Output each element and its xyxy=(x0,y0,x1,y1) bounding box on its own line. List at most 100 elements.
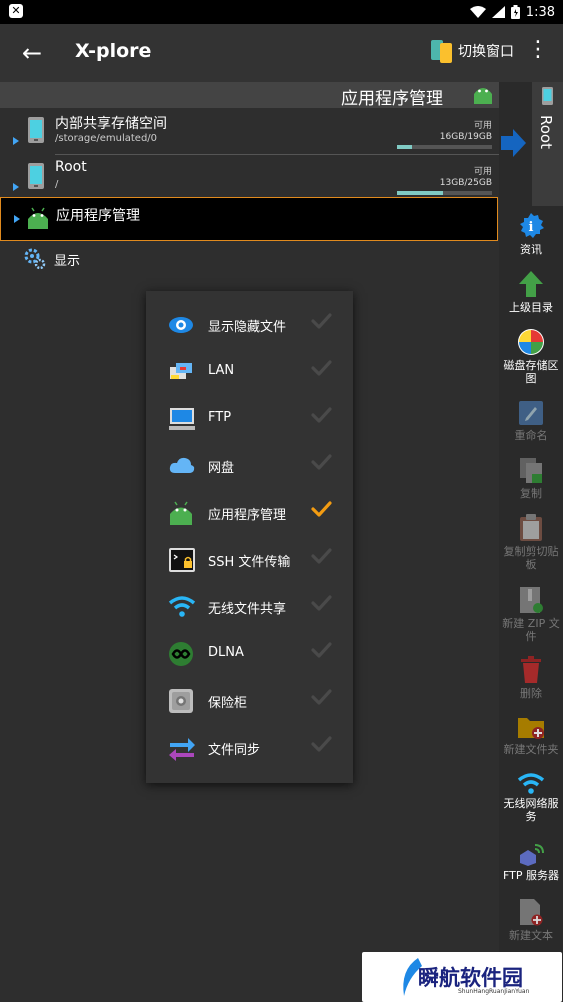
menu-item-app-manager[interactable]: 应用程序管理 xyxy=(146,490,353,537)
toolbar-label: 新建文本 xyxy=(509,929,553,942)
app-manager-row[interactable]: 应用程序管理 xyxy=(0,197,498,241)
trash-icon xyxy=(521,656,541,683)
menu-item-dlna[interactable]: DLNA xyxy=(146,631,353,678)
new-folder-button[interactable]: 新建文件夹 xyxy=(499,714,563,756)
checkmark-icon[interactable] xyxy=(310,545,332,567)
menu-item-file-sync[interactable]: 文件同步 xyxy=(146,725,353,772)
toolbar-label: 无线网络服务 xyxy=(503,797,559,823)
clipboard-button[interactable]: 复制剪切贴板 xyxy=(499,514,563,571)
root-pane-tab[interactable]: Root xyxy=(499,82,563,206)
storage-row-root[interactable]: Root / 可用 13GB/25GB xyxy=(0,155,499,201)
toolbar-label: 新建文件夹 xyxy=(503,743,559,756)
display-label: 显示 xyxy=(54,253,81,269)
copy-button[interactable]: 复制 xyxy=(499,456,563,500)
ftp-server-button[interactable]: FTP 服务器 xyxy=(499,844,563,882)
wifi-icon xyxy=(168,596,196,617)
menu-item-cloud[interactable]: 网盘 xyxy=(146,443,353,490)
android-icon xyxy=(474,88,492,104)
available-label: 可用 xyxy=(473,121,492,131)
checkmark-icon[interactable] xyxy=(310,404,332,426)
storage-size: 16GB/19GB xyxy=(439,132,492,142)
sync-icon xyxy=(169,738,195,761)
wifi-server-button[interactable]: 无线网络服务 xyxy=(499,772,563,823)
menu-item-label: 显示隐藏文件 xyxy=(208,320,287,335)
switch-window-icon xyxy=(431,40,452,63)
menu-item-hidden-files[interactable]: 显示隐藏文件 xyxy=(146,302,353,349)
switch-window-label: 切换窗口 xyxy=(458,44,514,60)
parent-dir-button[interactable]: 上级目录 xyxy=(499,270,563,314)
menu-item-ssh[interactable]: SSH 文件传输 xyxy=(146,537,353,584)
checkmark-icon[interactable] xyxy=(310,733,332,755)
back-arrow-icon[interactable]: ← xyxy=(22,39,42,67)
signal-icon xyxy=(491,6,505,18)
rename-icon xyxy=(519,401,543,425)
toolbar-label: 资讯 xyxy=(520,243,542,256)
expand-arrow-icon[interactable] xyxy=(13,183,19,191)
menu-item-label: DLNA xyxy=(208,645,244,660)
storage-row-internal[interactable]: 内部共享存储空间 /storage/emulated/0 可用 16GB/19G… xyxy=(0,109,499,155)
storage-usage-fill xyxy=(397,145,413,149)
checkmark-icon[interactable] xyxy=(310,357,332,379)
zip-icon xyxy=(520,587,543,613)
toolbar-label: 上级目录 xyxy=(509,301,553,314)
checkmark-icon[interactable] xyxy=(310,592,332,614)
phone-storage-icon xyxy=(28,117,44,143)
eye-icon xyxy=(169,317,193,333)
switch-window-button[interactable]: 切换窗口 xyxy=(430,38,514,64)
checkmark-icon[interactable] xyxy=(310,686,332,708)
menu-item-label: 应用程序管理 xyxy=(208,508,287,523)
menu-item-wifi-share[interactable]: 无线文件共享 xyxy=(146,584,353,631)
checkmark-icon[interactable] xyxy=(310,451,332,473)
storage-size: 13GB/25GB xyxy=(439,178,492,188)
android-icon xyxy=(170,501,192,525)
menu-item-label: FTP xyxy=(208,410,232,425)
menu-item-lan[interactable]: LAN xyxy=(146,349,353,396)
menu-item-vault[interactable]: 保险柜 xyxy=(146,678,353,725)
menu-item-label: 无线文件共享 xyxy=(208,602,287,617)
checkmark-icon[interactable] xyxy=(310,498,332,520)
phone-storage-icon xyxy=(542,87,553,105)
display-row[interactable]: 显示 xyxy=(24,248,80,270)
ftp-icon xyxy=(169,408,195,430)
storage-name: Root xyxy=(55,159,87,175)
new-text-button[interactable]: 新建文本 xyxy=(499,898,563,942)
cloud-icon xyxy=(169,457,195,473)
toolbar-label: 重命名 xyxy=(514,429,548,442)
storage-usage-bar xyxy=(397,191,492,195)
copy-direction-arrow-icon xyxy=(501,129,526,157)
watermark-subtitle: ShunHangRuanJianYuan xyxy=(458,988,530,995)
storage-path: /storage/emulated/0 xyxy=(55,133,158,144)
copy-icon xyxy=(520,458,542,483)
wifi-status-icon xyxy=(469,6,486,18)
new-zip-button[interactable]: 新建 ZIP 文件 xyxy=(499,586,563,643)
menu-item-ftp[interactable]: FTP xyxy=(146,396,353,443)
delete-button[interactable]: 删除 xyxy=(499,656,563,700)
battery-icon xyxy=(510,5,520,19)
expand-arrow-icon[interactable] xyxy=(13,137,19,145)
pane-header-label: 应用程序管理 xyxy=(341,89,443,109)
info-icon: i xyxy=(520,213,544,238)
phone-storage-icon xyxy=(28,163,44,189)
menu-item-label: LAN xyxy=(208,363,235,378)
toolbar-label: 磁盘存储区图 xyxy=(503,359,559,385)
new-text-icon xyxy=(520,899,543,926)
checkmark-icon[interactable] xyxy=(310,639,332,661)
root-tab-label: Root xyxy=(537,115,555,149)
storage-path: / xyxy=(55,179,59,190)
status-bar: ✕ 1:38 xyxy=(0,0,563,24)
storage-name: 内部共享存储空间 xyxy=(55,116,167,132)
app-manager-label: 应用程序管理 xyxy=(56,208,140,224)
rename-button[interactable]: 重命名 xyxy=(499,400,563,442)
more-vert-icon[interactable]: ⋮ xyxy=(527,37,549,63)
svg-text:i: i xyxy=(529,220,534,235)
dlna-icon xyxy=(169,642,193,666)
right-toolbar: i 资讯 上级目录 磁盘存储区图 重命名 复制 复制剪切贴板 新建 ZIP 文件… xyxy=(499,206,563,1002)
toolbar-label: 复制剪切贴板 xyxy=(503,545,559,571)
info-button[interactable]: i 资讯 xyxy=(499,212,563,256)
expand-arrow-icon[interactable] xyxy=(14,215,20,223)
checkmark-icon[interactable] xyxy=(310,310,332,332)
app-bar: ← X-plore 切换窗口 ⋮ xyxy=(0,24,563,82)
pie-chart-icon xyxy=(518,329,544,355)
disk-map-button[interactable]: 磁盘存储区图 xyxy=(499,328,563,385)
menu-item-label: 文件同步 xyxy=(208,743,261,758)
